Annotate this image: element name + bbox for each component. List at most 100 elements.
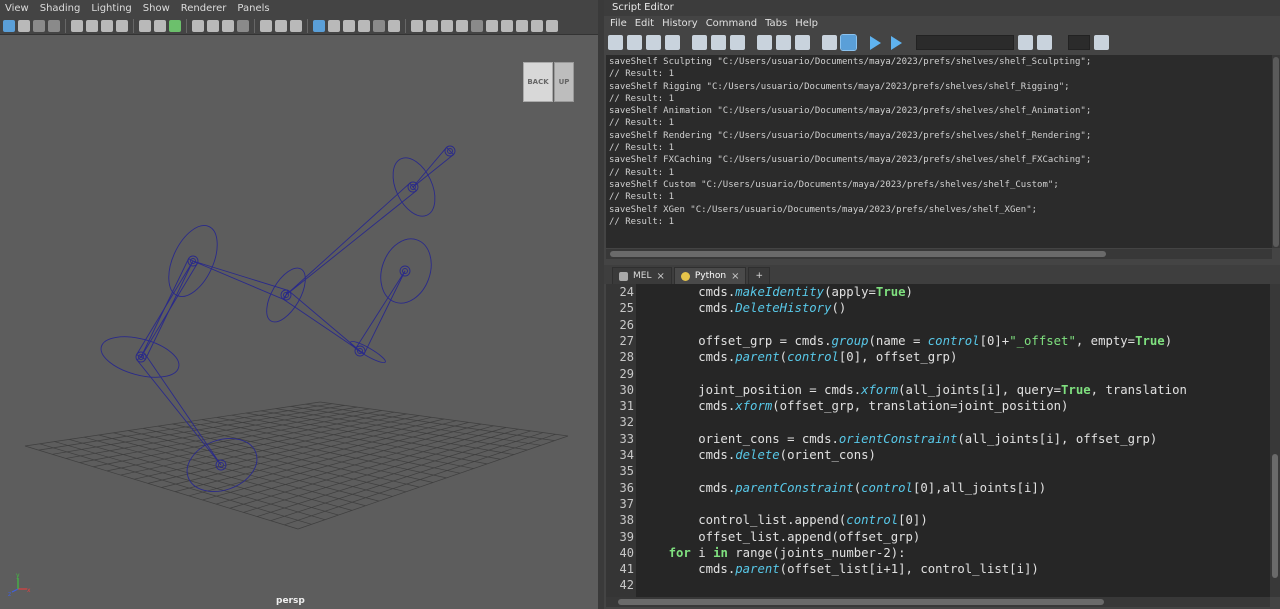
control-curve[interactable]: [97, 329, 184, 384]
open-script-icon[interactable]: [608, 35, 623, 50]
menu-tabs[interactable]: Tabs: [759, 18, 787, 29]
indent-icon[interactable]: [1094, 35, 1109, 50]
search-field[interactable]: [916, 35, 1014, 50]
close-icon[interactable]: ×: [656, 271, 664, 282]
shadows-icon[interactable]: [275, 19, 287, 32]
line-numbers-icon[interactable]: [840, 34, 857, 51]
echo-commands-icon[interactable]: [822, 35, 837, 50]
tear-off-icon[interactable]: [546, 19, 558, 32]
clear-input-icon[interactable]: [711, 35, 726, 50]
resolution-gate-icon[interactable]: [101, 19, 113, 32]
code-line[interactable]: cmds.xform(offset_grp, translation=joint…: [639, 399, 1068, 413]
code-line[interactable]: cmds.DeleteHistory(): [639, 301, 846, 315]
wireframe-icon[interactable]: [207, 19, 219, 32]
color-management-icon[interactable]: [501, 19, 513, 32]
show-both-icon[interactable]: [795, 35, 810, 50]
gate-mask-icon[interactable]: [116, 19, 128, 32]
add-tab-button[interactable]: +: [748, 267, 770, 284]
clear-history-icon[interactable]: [692, 35, 707, 50]
history-output[interactable]: saveShelf Sculpting "C:/Users/usuario/Do…: [606, 55, 1272, 248]
light-bulb-icon[interactable]: [411, 19, 423, 32]
code-line[interactable]: offset_list.append(offset_grp): [639, 530, 920, 544]
image-plane-icon[interactable]: [48, 19, 60, 32]
bone[interactable]: [135, 260, 194, 361]
anti-aliasing-icon[interactable]: [441, 19, 453, 32]
code-editor[interactable]: 24 25 26 27 28 29 30 31 32 33 34 35 36 37 38 39 40 41 42 c…: [606, 284, 1270, 597]
maximize-panel-icon[interactable]: [531, 19, 543, 32]
checker-icon[interactable]: [373, 19, 385, 32]
history-horizontal-scrollbar[interactable]: [606, 249, 1272, 259]
panel-layout-icon[interactable]: [516, 19, 528, 32]
code-line[interactable]: joint_position = cmds.xform(all_joints[i…: [639, 383, 1187, 397]
execute-all-icon[interactable]: [870, 35, 881, 50]
select-camera-icon[interactable]: [3, 19, 15, 32]
bone[interactable]: [412, 146, 455, 188]
bookmark-icon[interactable]: [33, 19, 45, 32]
code-line[interactable]: cmds.makeIdentity(apply=True): [639, 285, 913, 299]
show-input-icon[interactable]: [776, 35, 791, 50]
tab-mel[interactable]: MEL ×: [612, 267, 672, 284]
menu-edit[interactable]: Edit: [629, 18, 654, 29]
viewport-panel[interactable]: View Shading Lighting Show Renderer Pane…: [0, 0, 598, 609]
control-curve[interactable]: [372, 232, 440, 310]
bone[interactable]: [355, 270, 406, 355]
search-up-icon[interactable]: [1037, 35, 1052, 50]
code-line[interactable]: cmds.parent(control[0], offset_grp): [639, 350, 957, 364]
menu-panels[interactable]: Panels: [232, 3, 275, 14]
show-history-icon[interactable]: [757, 35, 772, 50]
save-to-shelf-icon[interactable]: [665, 35, 680, 50]
gamma-icon[interactable]: [486, 19, 498, 32]
smooth-shade-icon[interactable]: [222, 19, 234, 32]
code-line[interactable]: offset_grp = cmds.group(name = control[0…: [639, 334, 1172, 348]
code-line[interactable]: orient_cons = cmds.orientConstraint(all_…: [639, 432, 1157, 446]
scrollbar-thumb[interactable]: [1273, 57, 1279, 247]
depth-of-field-icon[interactable]: [456, 19, 468, 32]
isolate-select-icon[interactable]: [313, 19, 325, 32]
view-cube-up-face[interactable]: UP: [554, 62, 574, 102]
bone[interactable]: [192, 260, 289, 301]
source-script-icon[interactable]: [627, 35, 642, 50]
pencil-icon[interactable]: [169, 19, 181, 32]
safe-action-icon[interactable]: [154, 19, 166, 32]
menu-show[interactable]: Show: [138, 3, 176, 14]
menu-history[interactable]: History: [656, 18, 698, 29]
goto-line-field[interactable]: [1068, 35, 1090, 50]
exposure-icon[interactable]: [471, 19, 483, 32]
backface-culling-icon[interactable]: [358, 19, 370, 32]
code-horizontal-scrollbar[interactable]: [606, 597, 1270, 607]
view-cube[interactable]: BACK UP: [523, 62, 575, 104]
menu-view[interactable]: View: [0, 3, 35, 14]
save-script-icon[interactable]: [646, 35, 661, 50]
menu-renderer[interactable]: Renderer: [176, 3, 233, 14]
menu-shading[interactable]: Shading: [35, 3, 87, 14]
menu-command[interactable]: Command: [700, 18, 757, 29]
xray-joints-icon[interactable]: [343, 19, 355, 32]
viewport-canvas[interactable]: x y z: [0, 36, 598, 609]
code-line[interactable]: for i in range(joints_number-2):: [639, 546, 906, 560]
search-down-icon[interactable]: [1018, 35, 1033, 50]
history-vertical-scrollbar[interactable]: [1272, 55, 1280, 248]
grid-icon[interactable]: [192, 19, 204, 32]
code-vertical-scrollbar[interactable]: [1270, 284, 1280, 597]
camera-attributes-icon[interactable]: [71, 19, 83, 32]
lights-icon[interactable]: [260, 19, 272, 32]
menu-file[interactable]: File: [604, 18, 627, 29]
menu-help[interactable]: Help: [789, 18, 818, 29]
code-line[interactable]: cmds.parentConstraint(control[0],all_joi…: [639, 481, 1046, 495]
view-cube-back-face[interactable]: BACK: [523, 62, 553, 102]
lock-camera-icon[interactable]: [18, 19, 30, 32]
code-line[interactable]: cmds.delete(orient_cons): [639, 448, 876, 462]
film-gate-icon[interactable]: [86, 19, 98, 32]
scrollbar-thumb[interactable]: [618, 599, 1104, 605]
close-icon[interactable]: ×: [731, 271, 739, 282]
textured-icon[interactable]: [237, 19, 249, 32]
clear-all-icon[interactable]: [730, 35, 745, 50]
scrollbar-thumb[interactable]: [1272, 454, 1278, 578]
scrollbar-thumb[interactable]: [610, 251, 1106, 257]
code-line[interactable]: cmds.parent(offset_list[i+1], control_li…: [639, 562, 1039, 576]
menu-lighting[interactable]: Lighting: [86, 3, 137, 14]
motion-blur-icon[interactable]: [388, 19, 400, 32]
xray-icon[interactable]: [328, 19, 340, 32]
ambient-occlusion-icon[interactable]: [290, 19, 302, 32]
code-line[interactable]: control_list.append(control[0]): [639, 513, 928, 527]
